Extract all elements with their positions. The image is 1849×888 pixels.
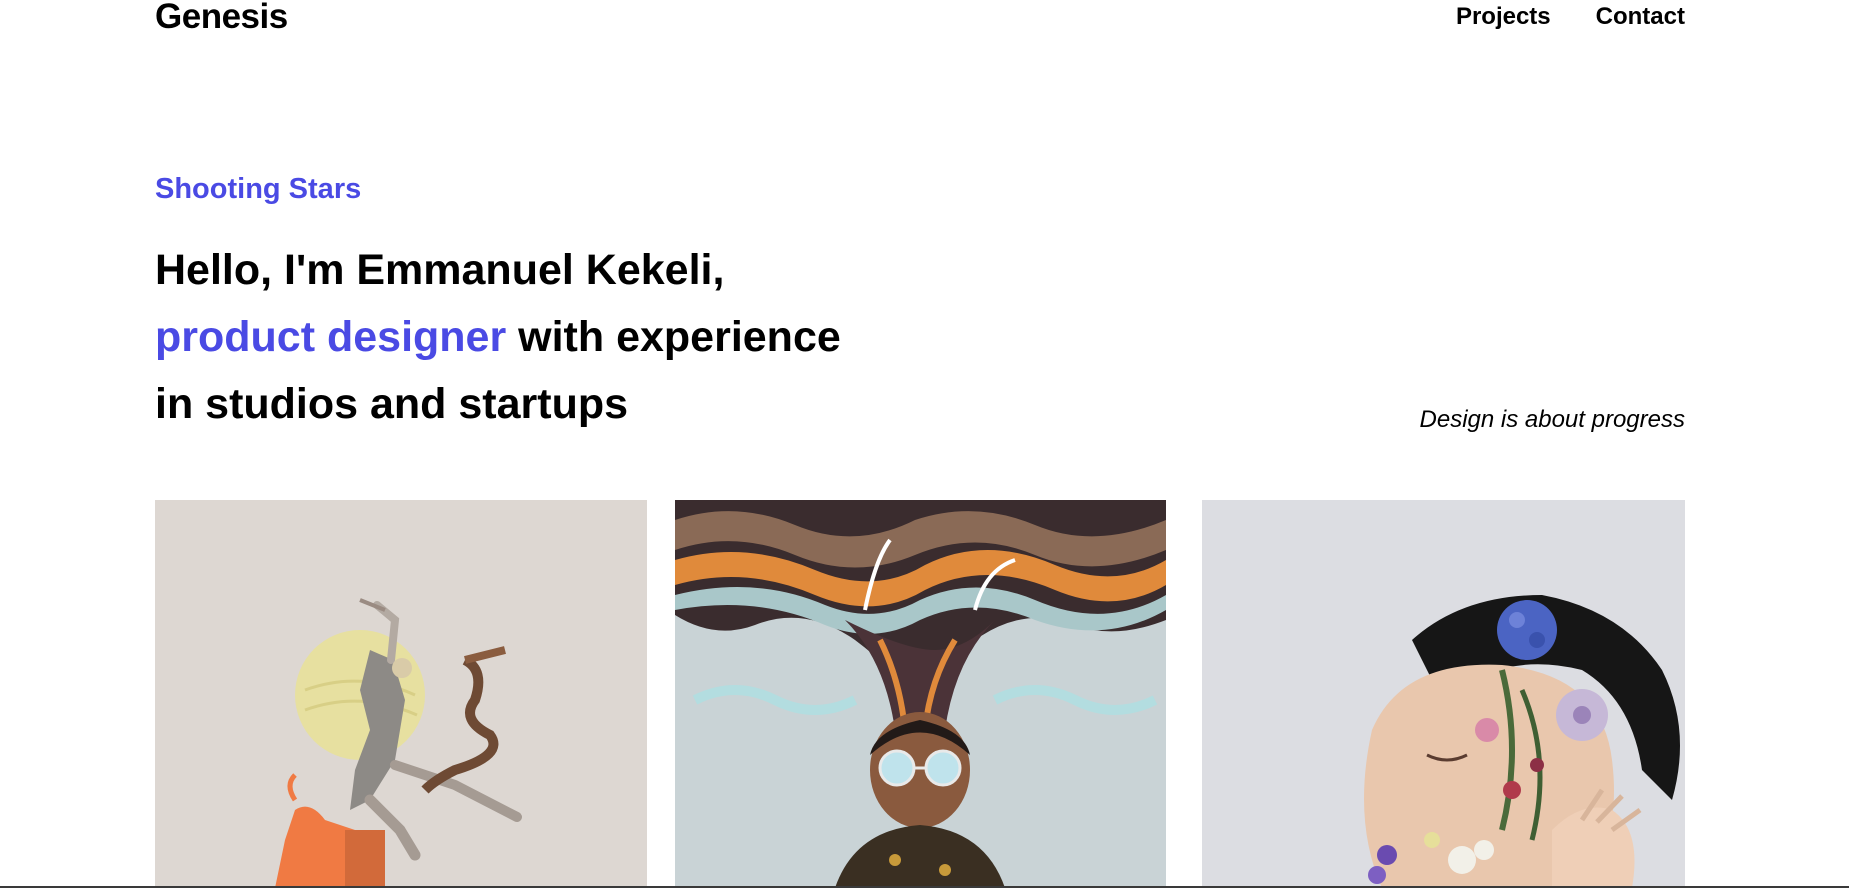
- flower-face-portrait: [1202, 500, 1685, 888]
- headline-line-3: in studios and startups: [155, 380, 629, 428]
- dancer-collage-artwork: [155, 500, 647, 888]
- hero-tagline: Design is about progress: [1419, 406, 1685, 433]
- site-header: Genesis Projects Contact: [155, 0, 1685, 40]
- headline-accent-role: product designer: [155, 313, 507, 361]
- gallery-item-3[interactable]: [1202, 500, 1685, 888]
- headline-line-2-rest: with experience: [506, 313, 841, 361]
- page: Genesis Projects Contact Shooting Stars …: [0, 0, 1849, 888]
- gallery-item-1[interactable]: [155, 500, 647, 888]
- surreal-hair-waves-portrait: [675, 500, 1166, 888]
- hero-kicker: Shooting Stars: [155, 173, 362, 205]
- main-nav: Projects Contact: [1456, 2, 1685, 32]
- headline-line-1: Hello, I'm Emmanuel Kekeli,: [155, 246, 725, 294]
- hero-headline: Hello, I'm Emmanuel Kekeli, product desi…: [155, 237, 955, 438]
- nav-link-contact[interactable]: Contact: [1596, 2, 1685, 32]
- logo-link[interactable]: Genesis: [155, 0, 288, 37]
- gallery-item-2[interactable]: [675, 500, 1166, 888]
- nav-link-projects[interactable]: Projects: [1456, 2, 1551, 32]
